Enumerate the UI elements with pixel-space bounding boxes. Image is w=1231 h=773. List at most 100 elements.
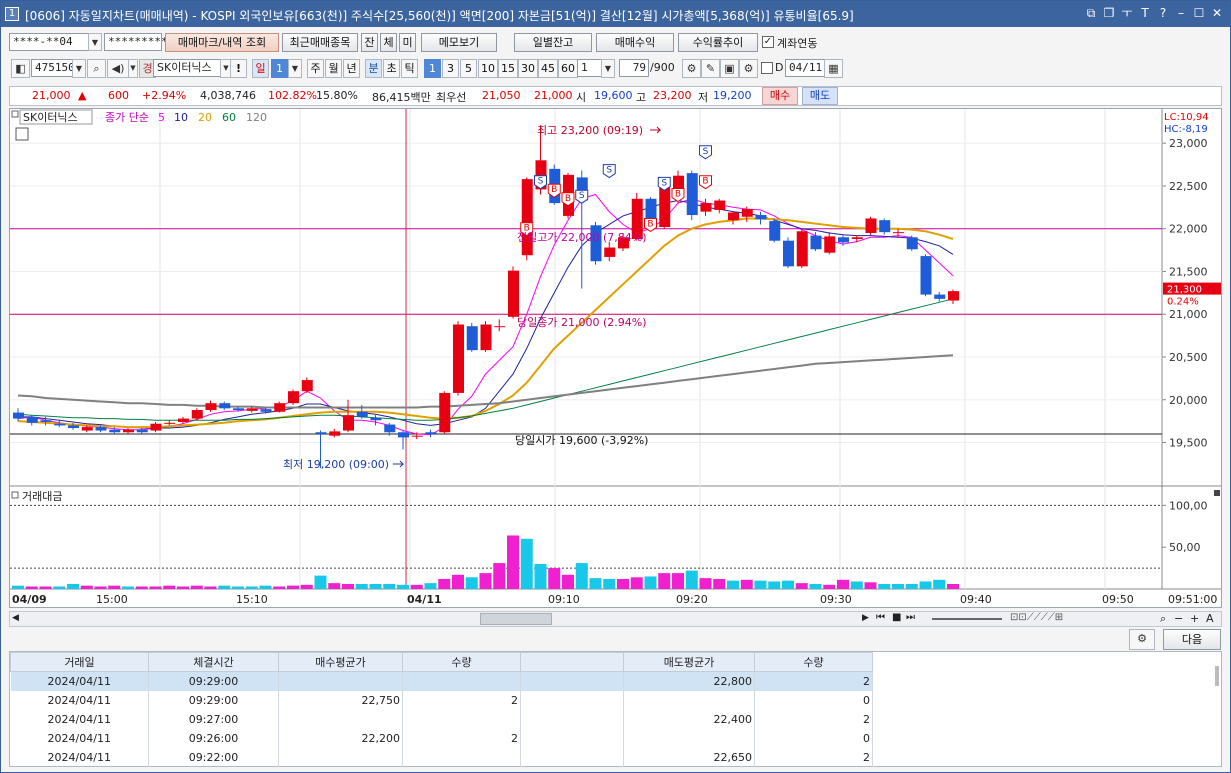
period-month-button[interactable]: 월 [325,59,342,78]
today-open-annotation: 당일시가 19,600 (-3,92%) [515,433,648,447]
period-day-button[interactable]: 일 [252,59,269,78]
period-second-button[interactable]: 초 [383,59,400,78]
chevron-down-icon[interactable]: ▼ [72,59,86,78]
lc-label: LC:10,94 [1164,112,1209,123]
date-checkbox[interactable] [761,62,773,74]
sell-marker: S [661,178,667,188]
arrow-right-icon [650,126,662,134]
period-week-button[interactable]: 주 [307,59,324,78]
interval-10-button[interactable]: 10 [478,59,498,78]
col-header[interactable] [520,652,624,672]
count-select[interactable]: 1 [577,59,603,77]
volume-bar [452,574,464,589]
window-link-icon[interactable]: ⧉ [1084,5,1098,21]
interval-30-button[interactable]: 30 [518,59,538,78]
window-copy-icon[interactable]: ❐ [1102,5,1116,21]
zoom-out-icon[interactable]: − [1174,612,1183,625]
interval-3-button[interactable]: 3 [442,59,459,78]
table-cell [278,671,403,691]
account-link-checkbox[interactable]: ✓ [762,36,774,48]
chart-tools-icon[interactable]: ⊡⊡⟋⟋⟋⟋⊞ [1010,612,1063,623]
playback-stop-icon[interactable]: ■ [892,612,901,623]
search-icon[interactable]: ⌕ [87,59,106,78]
sell-button[interactable]: 매도 [802,87,838,105]
table-row[interactable]: 2024/04/11 09:29:00 22,800 2 [10,671,873,691]
volume-bar [823,584,836,589]
playback-rewind-icon[interactable]: ⏮ [876,612,885,623]
col-header[interactable]: 매수평균가 [278,652,403,672]
date-input[interactable]: 04/11 [785,59,825,77]
zoom-in-icon[interactable]: + [1190,612,1199,625]
indicator-icon[interactable]: ⚙ [682,59,701,78]
calendar-icon[interactable]: ▦ [824,59,843,78]
recent-trades-button[interactable]: 최근매매종목 [282,33,358,52]
col-header[interactable]: 수량 [754,652,873,672]
font-size-icon[interactable]: A [1206,612,1214,625]
speaker-icon[interactable]: ◀) [107,59,129,78]
alert-button[interactable]: ! [230,59,247,78]
trade-mark-button[interactable]: 매매마크/내역 조회 [165,33,279,52]
chart-type-icon[interactable]: ◧ [11,59,30,78]
chevron-down-icon[interactable]: ▼ [288,59,302,78]
speed-slider[interactable] [932,618,1002,620]
buy-button[interactable]: 매수 [762,87,798,105]
chevron-down-icon[interactable]: ▼ [88,33,102,51]
interval-60-button[interactable]: 60 [558,59,578,78]
chart-area[interactable]: 23,000 22,500 22,000 21,500 21,000 20,500 20,0… [9,108,1222,608]
daily-balance-button[interactable]: 일별잔고 [514,33,592,52]
font-icon[interactable]: T [1138,5,1152,21]
col-header[interactable]: 매도평균가 [623,652,755,672]
interval-15-button[interactable]: 15 [498,59,518,78]
interval-5-button[interactable]: 5 [460,59,477,78]
period-num-select[interactable]: 1 [271,59,288,78]
memo-button[interactable]: 메모보기 [421,33,497,52]
tab-executed[interactable]: 체 [380,33,397,52]
return-trend-button[interactable]: 수익률추이 [678,33,758,52]
trade-profit-button[interactable]: 매매수익 [596,33,674,52]
close-icon[interactable]: ✕ [1210,5,1224,21]
col-header[interactable]: 수량 [402,652,521,672]
interval-1-button[interactable]: 1 [424,59,441,78]
help-icon[interactable]: ? [1156,5,1170,21]
gear-icon[interactable]: ⚙ [1129,629,1155,650]
price-chart-svg[interactable]: 23,000 22,500 22,000 21,500 21,000 20,500 20,0… [10,109,1221,607]
col-header[interactable]: 거래일 [10,652,149,672]
best-bid: 21,000 [534,89,573,102]
legend-ma-20: 20 [198,111,212,124]
playback-forward-icon[interactable]: ⏭ [906,612,915,623]
stock-code-input[interactable]: 475150 [31,59,75,77]
account-select[interactable]: ****-**04 [9,33,89,51]
window-pin-icon[interactable]: ㅜ [1120,5,1134,21]
table-scrollbar[interactable] [1215,666,1219,686]
count-input[interactable]: 79 [619,59,649,77]
period-minute-button[interactable]: 분 [365,59,382,78]
period-tick-button[interactable]: 틱 [401,59,418,78]
scroll-left-icon[interactable]: ◀ [12,613,19,623]
scroll-right-icon[interactable]: ▶ [862,613,869,623]
tab-balance[interactable]: 잔 [361,33,378,52]
x-tick-label: 09:40 [960,593,992,606]
scroll-thumb[interactable] [480,613,552,625]
maximize-icon[interactable]: ☐ [1192,5,1206,21]
table-row[interactable]: 2024/04/11 09:29:00 22,750 2 0 [10,690,873,710]
candle-body [315,432,327,434]
period-year-button[interactable]: 년 [343,59,360,78]
tab-pending[interactable]: 미 [399,33,416,52]
stock-name-field[interactable]: SK이터닉스 [153,59,221,77]
minimize-icon[interactable]: – [1174,5,1188,21]
gear-icon[interactable]: ⚙ [739,59,758,78]
table-cell: 2 [754,671,873,691]
next-page-button[interactable]: 다음 [1163,629,1221,650]
table-row[interactable]: 2024/04/11 09:27:00 22,400 2 [10,709,873,729]
table-row[interactable]: 2024/04/11 09:26:00 22,200 2 0 [10,728,873,748]
zoom-search-icon[interactable]: ⌕ [1160,612,1166,626]
password-field[interactable]: ********* [104,33,168,51]
drawing-tool-icon[interactable]: ✎ [701,59,720,78]
chevron-down-icon[interactable]: ▼ [128,59,138,78]
col-header[interactable]: 체결시간 [148,652,279,672]
save-icon[interactable]: ▣ [720,59,739,78]
chevron-down-icon[interactable]: ▼ [601,59,615,78]
table-row[interactable]: 2024/04/11 09:22:00 22,650 2 [10,747,873,767]
chart-scrollbar[interactable]: ◀ ▶ ⏮ ■ ⏭ ⊡⊡⟋⟋⟋⟋⊞ ⌕ − + A [9,611,1222,627]
interval-45-button[interactable]: 45 [538,59,558,78]
